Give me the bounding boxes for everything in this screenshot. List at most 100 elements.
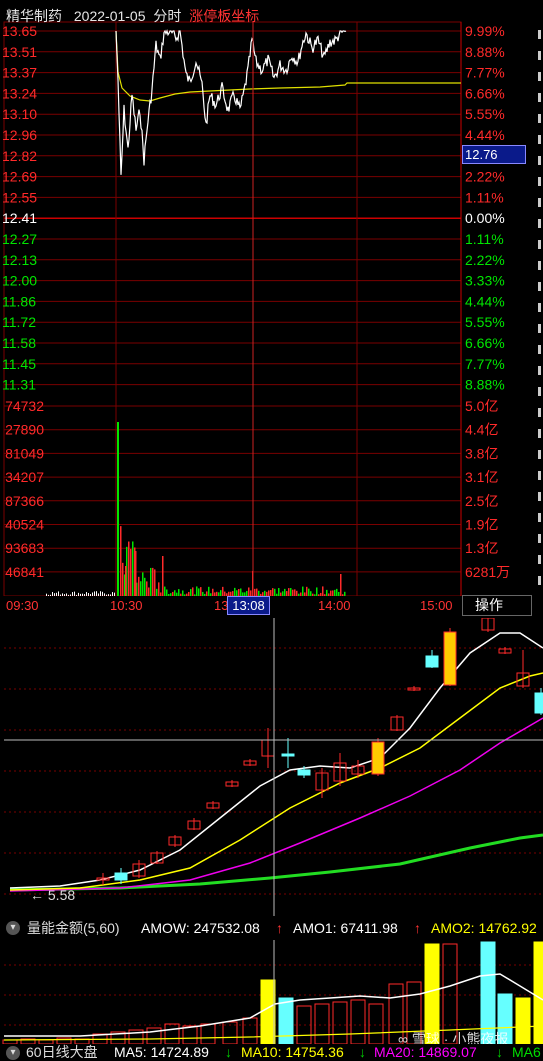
action-button[interactable]: 操作 [462,595,532,616]
percent-tick-label: 6.66% [465,335,505,351]
intraday-chart[interactable]: 13.6513.5113.3713.2413.1012.9612.8212.69… [0,0,543,618]
volume-tick-label: 34207 [5,469,44,485]
chart-frame [3,21,462,597]
volume-bar [138,576,140,596]
arrow-left-icon: ← [30,887,44,903]
index-name[interactable]: 60日线大盘 [26,1044,98,1061]
amo2-value: AMO2: 14762.92 [431,920,537,936]
volume-bar [290,588,292,596]
volume-bars [46,422,346,596]
percent-tick-label: 0.00% [465,210,505,226]
candle-body [297,769,311,776]
percent-tick-label: 7.77% [465,65,505,81]
daily-kline-chart[interactable] [0,618,543,916]
volume-tick-label: 27890 [5,422,44,438]
price-tick-label: 12.00 [2,273,37,289]
time-label-1500: 15:00 [420,598,453,613]
edge-tick [538,261,541,270]
volume-bar [254,588,256,596]
volume-bar [142,572,144,596]
bottom-ma-bar: ▾ 60日线大盘 MA5: 14724.89 ↓ MA10: 14754.36 … [0,1044,543,1061]
volume-bar [192,587,194,596]
amount-bar [332,1001,348,1044]
price-tick-label: 11.86 [2,293,36,309]
amount-bar [314,1003,330,1044]
volume-bar [122,562,124,596]
chevron-down-icon[interactable]: ▾ [6,1046,20,1060]
amount-bar [200,1023,216,1044]
edge-tick [538,198,541,207]
volume-bar [240,588,242,596]
volume-tick-label: 74732 [5,398,44,414]
amow-value: AMOW: 247532.08 [141,920,260,936]
candle-body [114,872,128,881]
edge-tick [538,219,541,228]
price-tick-label: 12.69 [2,169,37,185]
volume-bar [200,587,202,596]
percent-tick-label: 2.22% [465,252,505,268]
price-tick-label: 12.82 [2,148,37,164]
volume-bar [234,587,236,596]
volume-bar [178,589,180,596]
kline-low-label: ← 5.58 [30,887,75,903]
price-tick-label: 11.45 [2,356,36,372]
price-tick-label: 13.24 [2,85,37,101]
amount-tick-label: 4.4亿 [465,422,498,438]
amount-tick-label: 1.9亿 [465,517,498,533]
volume-tick-label: 87366 [5,493,44,509]
volume-tick-label: 40524 [5,517,44,533]
volume-bar [125,566,127,596]
price-axis-left: 13.6513.5113.3713.2413.1012.9612.8212.69… [2,23,37,393]
volume-bar [278,588,280,596]
amount-bar [533,941,543,1044]
price-tick-label: 13.10 [2,106,37,122]
volume-bar [256,588,258,596]
chevron-down-icon[interactable]: ▾ [6,921,20,935]
coordinate-mode[interactable]: 涨停板坐标 [189,8,259,24]
volume-bar [336,588,338,596]
volume-bar [146,581,148,596]
edge-tick [538,555,541,564]
volume-bar [306,586,308,596]
percent-tick-label: 1.11% [465,189,504,205]
amount-tick-label: 2.5亿 [465,493,498,509]
indicator-header: ▾ 量能金额(5,60) AMOW: 247532.08 ↑ AMO1: 674… [0,917,543,939]
edge-tick [538,534,541,543]
time-axis: 09:30 10:30 13 13:08 14:00 15:00 操作 [0,595,543,616]
percent-tick-label: 1.11% [465,231,504,247]
price-grid [3,21,462,597]
indicator-name[interactable]: 量能金额(5,60) [27,917,120,939]
edge-tick [538,513,541,522]
amount-tick-label: 1.3亿 [465,540,498,556]
volume-bar [222,586,224,596]
percent-axis-right: 9.99% 8.88% 7.77% 6.66% 5.55% 4.44% 3.33% 2.22%… [465,23,505,393]
volume-bar [248,587,250,596]
edge-tick [538,135,541,144]
chart-mode[interactable]: 分时 [153,8,181,24]
volume-bar [150,567,152,596]
volume-bar [340,574,342,596]
volume-bar [294,589,296,596]
volume-bar [198,588,200,596]
volume-axis-left: 74732 27890 81049 34207 87366 40524 93683 46841 [5,398,44,580]
volume-bar [140,581,142,596]
percent-tick-label: 9.99% [465,23,505,39]
percent-tick-label: 8.88% [465,44,505,60]
percent-tick-label: 4.44% [465,293,505,309]
amount-bar [278,997,294,1044]
volume-bar [212,588,214,596]
edge-tick [538,324,541,333]
price-tick-label: 12.13 [2,252,37,268]
edge-tick [538,366,541,375]
cursor-time-box: 13:08 [227,596,270,615]
ma20-line [9,717,543,892]
ma60-value: MA6 [512,1044,541,1060]
ma10-line [9,672,543,891]
edge-tick [538,114,541,123]
edge-tick [538,471,541,480]
volume-bar [148,587,150,596]
edge-tick [538,429,541,438]
volume-bar [130,548,132,596]
percent-tick-label: 3.33% [465,273,505,289]
candle-body [443,631,457,686]
